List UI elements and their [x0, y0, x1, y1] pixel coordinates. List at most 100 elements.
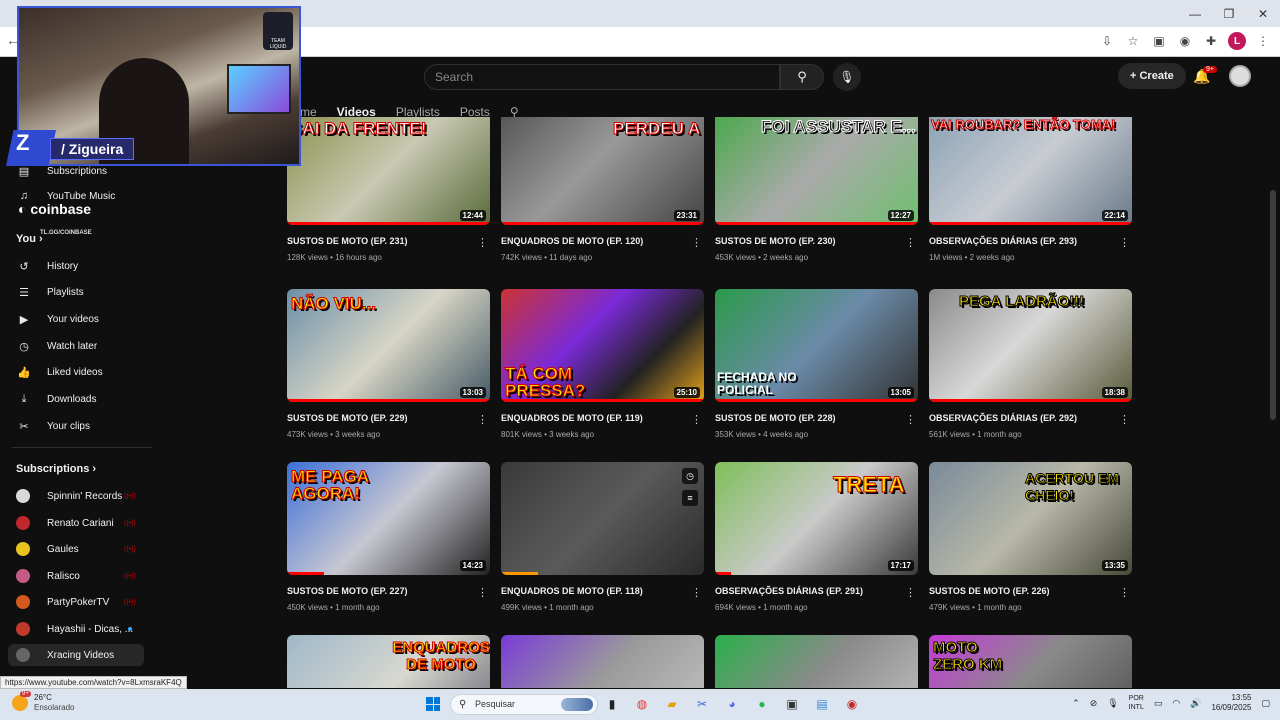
video-card[interactable]: [715, 635, 918, 688]
terminal-icon[interactable]: ▣: [782, 694, 802, 714]
input-language[interactable]: POR INTL: [1129, 694, 1144, 712]
video-thumbnail[interactable]: TRETA 17:17: [715, 462, 918, 575]
install-app-icon[interactable]: ⇩: [1098, 32, 1116, 50]
video-title[interactable]: SUSTOS DE MOTO (EP. 228): [715, 413, 918, 425]
clock[interactable]: 13:55 16/09/2025: [1211, 693, 1251, 713]
video-title[interactable]: SUSTOS DE MOTO (EP. 230): [715, 236, 918, 248]
windows-start-icon[interactable]: [426, 697, 440, 711]
search-button[interactable]: ⚲: [780, 64, 824, 90]
video-thumbnail[interactable]: VAI ROUBAR? ENTÃO TOMA! 22:14: [929, 117, 1132, 225]
video-thumbnail[interactable]: SAI DA FRENTE! 12:44: [287, 117, 490, 225]
more-options-icon[interactable]: ⋮: [1119, 236, 1130, 249]
video-title[interactable]: ENQUADROS DE MOTO (EP. 118): [501, 586, 704, 598]
video-card[interactable]: ACERTOU EM CHEIO! 13:35 SUSTOS DE MOTO (…: [929, 462, 1132, 612]
watch-later-icon[interactable]: ◷: [682, 468, 698, 484]
page-scrollbar[interactable]: [1270, 180, 1276, 680]
video-card[interactable]: SAI DA FRENTE! 12:44 SUSTOS DE MOTO (EP.…: [287, 117, 490, 262]
video-card[interactable]: PEGA LADRÃO!!! 18:38 OBSERVAÇÕES DIÁRIAS…: [929, 289, 1132, 439]
video-thumbnail[interactable]: TÁ COM PRESSA? 25:10: [501, 289, 704, 402]
video-title[interactable]: ENQUADROS DE MOTO (EP. 119): [501, 413, 704, 425]
more-options-icon[interactable]: ⋮: [477, 236, 488, 249]
chevron-up-icon[interactable]: ⌃: [1072, 698, 1080, 709]
more-options-icon[interactable]: ⋮: [691, 586, 702, 599]
search-input[interactable]: Search: [424, 64, 780, 90]
puzzle-extensions-icon[interactable]: ✚: [1202, 32, 1220, 50]
subscriptions-section-header[interactable]: Subscriptions ›: [16, 463, 96, 475]
video-title[interactable]: OBSERVAÇÕES DIÁRIAS (EP. 292): [929, 413, 1132, 425]
you-section-header[interactable]: You ›: [16, 233, 43, 245]
video-card[interactable]: MOTO ZERO KM: [929, 635, 1132, 688]
more-options-icon[interactable]: ⋮: [905, 586, 916, 599]
notifications-icon[interactable]: ▢: [1261, 698, 1270, 709]
video-card[interactable]: PERDEU A MOTO! 23:31 ENQUADROS DE MOTO (…: [501, 117, 704, 262]
browser-menu-icon[interactable]: ⋮: [1254, 32, 1272, 50]
bookmark-star-icon[interactable]: ☆: [1124, 32, 1142, 50]
subscription-item[interactable]: Spinnin' Records ((•)): [0, 485, 150, 507]
more-options-icon[interactable]: ⋮: [477, 413, 488, 426]
subscription-item[interactable]: PartyPokerTV ((•)): [0, 591, 150, 613]
video-card[interactable]: FOI ASSUSTAR E... 12:27 SUSTOS DE MOTO (…: [715, 117, 918, 262]
subscription-item[interactable]: Gaules ((•)): [0, 538, 150, 560]
video-title[interactable]: OBSERVAÇÕES DIÁRIAS (EP. 291): [715, 586, 918, 598]
discord-icon[interactable]: ◕: [722, 694, 742, 714]
file-explorer-icon[interactable]: ▰: [662, 694, 682, 714]
snipping-tool-icon[interactable]: ✂: [692, 694, 712, 714]
microphone-icon[interactable]: 🎙: [1107, 698, 1118, 709]
voice-search-button[interactable]: 🎙: [833, 63, 861, 91]
more-options-icon[interactable]: ⋮: [477, 586, 488, 599]
more-options-icon[interactable]: ⋮: [691, 413, 702, 426]
maximize-button[interactable]: ❐: [1212, 0, 1246, 27]
sidebar-item-your-clips[interactable]: ✂ Your clips: [0, 415, 150, 437]
subscription-item-selected[interactable]: Xracing Videos: [8, 644, 144, 666]
video-thumbnail[interactable]: MOTO ZERO KM: [929, 635, 1132, 688]
video-thumbnail[interactable]: FECHADA NO POLICIAL 13:05: [715, 289, 918, 402]
video-thumbnail[interactable]: ACERTOU EM CHEIO! 13:35: [929, 462, 1132, 575]
sidebar-item-watch-later[interactable]: ◷ Watch later: [0, 335, 150, 357]
more-options-icon[interactable]: ⋮: [1119, 586, 1130, 599]
wifi-icon[interactable]: ◠: [1172, 698, 1180, 709]
video-card[interactable]: ME PAGA AGORA! 14:23 SUSTOS DE MOTO (EP.…: [287, 462, 490, 612]
spotify-icon[interactable]: ●: [752, 694, 772, 714]
more-options-icon[interactable]: ⋮: [1119, 413, 1130, 426]
video-thumbnail[interactable]: PERDEU A MOTO! 23:31: [501, 117, 704, 225]
video-card[interactable]: [501, 635, 704, 688]
sidebar-item-history[interactable]: ↺ History: [0, 255, 150, 277]
subscription-item[interactable]: Ralisco ((•)): [0, 565, 150, 587]
sidebar-item-liked-videos[interactable]: 👍 Liked videos: [0, 361, 150, 383]
add-to-queue-icon[interactable]: ≡: [682, 490, 698, 506]
sidebar-item-playlists[interactable]: ☰ Playlists: [0, 281, 150, 303]
video-card[interactable]: VAI ROUBAR? ENTÃO TOMA! 22:14 OBSERVAÇÕE…: [929, 117, 1132, 262]
video-card[interactable]: FECHADA NO POLICIAL 13:05 SUSTOS DE MOTO…: [715, 289, 918, 439]
video-title[interactable]: SUSTOS DE MOTO (EP. 229): [287, 413, 490, 425]
scrollbar-thumb[interactable]: [1270, 190, 1276, 420]
more-options-icon[interactable]: ⋮: [905, 413, 916, 426]
account-avatar[interactable]: [1229, 65, 1251, 87]
video-title[interactable]: SUSTOS DE MOTO (EP. 227): [287, 586, 490, 598]
video-title[interactable]: ENQUADROS DE MOTO (EP. 120): [501, 236, 704, 248]
video-thumbnail[interactable]: NÃO VIU... 13:03: [287, 289, 490, 402]
more-options-icon[interactable]: ⋮: [905, 236, 916, 249]
video-card[interactable]: NÃO VIU... 13:03 SUSTOS DE MOTO (EP. 229…: [287, 289, 490, 439]
display-icon[interactable]: ▭: [1154, 698, 1163, 709]
sidebar-item-downloads[interactable]: ⤓ Downloads: [0, 388, 150, 410]
video-card[interactable]: ENQUADROS DE MOTO: [287, 635, 490, 688]
video-thumbnail[interactable]: PEGA LADRÃO!!! 18:38: [929, 289, 1132, 402]
video-title[interactable]: OBSERVAÇÕES DIÁRIAS (EP. 293): [929, 236, 1132, 248]
task-view-icon[interactable]: ▮: [602, 694, 622, 714]
minimize-button[interactable]: —: [1178, 0, 1212, 27]
taskbar-search[interactable]: ⚲ Pesquisar: [450, 694, 598, 715]
video-thumbnail[interactable]: FOI ASSUSTAR E... 12:27: [715, 117, 918, 225]
video-thumbnail[interactable]: [501, 635, 704, 688]
video-card[interactable]: TÁ COM PRESSA? 25:10 ENQUADROS DE MOTO (…: [501, 289, 704, 439]
subscription-item[interactable]: Hayashii - Dicas, ...: [0, 618, 150, 640]
sidebar-item-your-videos[interactable]: ▶ Your videos: [0, 308, 150, 330]
app-icon[interactable]: ▤: [812, 694, 832, 714]
volume-icon[interactable]: 🔊: [1190, 698, 1201, 709]
video-title[interactable]: SUSTOS DE MOTO (EP. 231): [287, 236, 490, 248]
video-thumbnail[interactable]: ME PAGA AGORA! 14:23: [287, 462, 490, 575]
extension-icon[interactable]: ◉: [1176, 32, 1194, 50]
more-options-icon[interactable]: ⋮: [691, 236, 702, 249]
obs-icon[interactable]: ◉: [842, 694, 862, 714]
video-thumbnail-hovered[interactable]: ◷ ≡: [501, 462, 704, 575]
close-window-button[interactable]: ✕: [1246, 0, 1280, 27]
